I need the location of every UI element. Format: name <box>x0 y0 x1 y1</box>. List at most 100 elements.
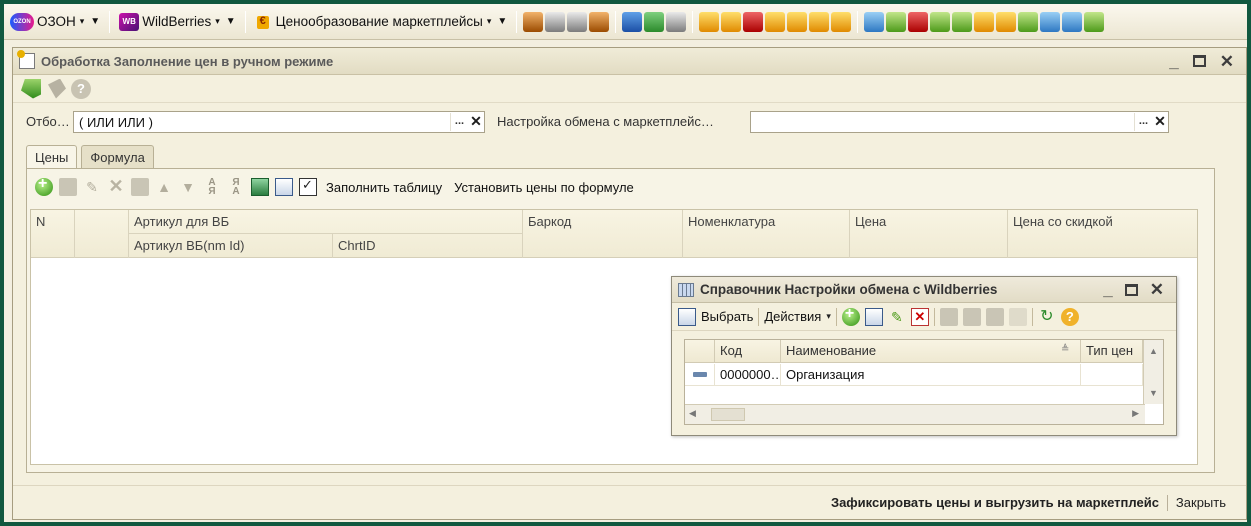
select-button[interactable]: ... <box>450 113 468 131</box>
printer-report-icon[interactable] <box>589 11 610 32</box>
document-send-icon[interactable] <box>864 11 885 32</box>
column-header-nomenclature[interactable]: Номенклатура <box>683 210 850 258</box>
currency-icon[interactable] <box>831 11 852 32</box>
sort-ascending-icon[interactable]: АЯ <box>203 178 221 197</box>
column-header-n[interactable]: N <box>31 210 75 258</box>
money-stack-icon[interactable] <box>974 11 995 32</box>
clear-field-icon[interactable]: ✕ <box>1152 113 1168 131</box>
book-icon[interactable] <box>523 11 544 32</box>
execute-icon[interactable] <box>21 78 41 99</box>
select-button[interactable]: Выбрать <box>701 309 753 324</box>
printer-icon[interactable] <box>545 11 566 32</box>
tab-prices[interactable]: Цены <box>26 145 78 169</box>
scroll-right-icon[interactable]: ▶ <box>1132 408 1139 419</box>
uncheck-all-icon[interactable] <box>275 178 293 196</box>
scroll-up-icon[interactable]: ▲ <box>1144 340 1163 362</box>
row-price-type <box>1081 364 1143 386</box>
close-window-button[interactable]: ✕ <box>1220 53 1234 70</box>
column-header-price-type[interactable]: Тип цен <box>1081 340 1143 363</box>
selection-value: ( ИЛИ ИЛИ ) <box>79 114 153 130</box>
close-window-button[interactable]: ✕ <box>1150 281 1164 298</box>
warehouse-icon[interactable] <box>996 11 1017 32</box>
document-refresh-icon[interactable] <box>1062 11 1083 32</box>
ozon-menu[interactable]: OZON ОЗОН ▾ ▼ <box>7 9 103 35</box>
maximize-button[interactable] <box>1124 283 1138 296</box>
check-all-icon[interactable] <box>251 178 269 196</box>
move-down-icon[interactable] <box>930 11 951 32</box>
vertical-scrollbar[interactable]: ▲ ▼ <box>1143 340 1163 404</box>
column-header-mark[interactable] <box>75 210 129 258</box>
maximize-button[interactable] <box>1192 55 1206 67</box>
bank-icon[interactable] <box>787 11 808 32</box>
copy-item-icon[interactable] <box>864 307 883 326</box>
scroll-track[interactable] <box>1144 362 1163 382</box>
wildberries-menu[interactable]: WB WildBerries ▾ ▼ <box>116 9 238 35</box>
transfer-icon[interactable] <box>886 11 907 32</box>
selection-field[interactable]: ( ИЛИ ИЛИ ) ... ✕ <box>73 111 485 133</box>
column-header-discount-price[interactable]: Цена со скидкой <box>1008 210 1199 258</box>
table-row[interactable]: 0000000… Организация <box>685 364 1143 386</box>
minimize-button[interactable]: _ <box>1169 53 1178 70</box>
scroll-down-icon[interactable]: ▼ <box>1144 382 1163 404</box>
move-down-icon[interactable]: ▼ <box>179 178 197 196</box>
clear-filter-icon[interactable] <box>1008 307 1027 326</box>
checkbox-list-icon[interactable] <box>299 177 317 196</box>
move-up-icon[interactable]: ▲ <box>155 178 173 196</box>
move-up-icon[interactable] <box>952 11 973 32</box>
document-edit-icon[interactable] <box>908 11 929 32</box>
help-icon[interactable]: ? <box>1060 307 1079 326</box>
edit-pencil-icon[interactable]: ✎ <box>888 308 906 326</box>
refresh-icon[interactable]: ↻ <box>1038 308 1056 326</box>
add-money-icon[interactable] <box>1084 11 1105 32</box>
minimize-button[interactable]: _ <box>1103 281 1112 298</box>
filter-history-icon[interactable] <box>985 307 1004 326</box>
column-header-code[interactable]: Код <box>715 340 781 363</box>
scroll-left-icon[interactable]: ◀ <box>689 408 696 419</box>
chart-tools-icon[interactable] <box>666 11 687 32</box>
clear-field-icon[interactable]: ✕ <box>468 113 484 131</box>
table-grid-icon[interactable] <box>644 11 665 32</box>
pricing-menu[interactable]: Ценообразование маркетплейсы ▾ ▼ <box>252 9 511 35</box>
actions-menu[interactable]: Действия <box>764 309 821 324</box>
set-prices-by-formula-button[interactable]: Установить цены по формуле <box>451 180 637 195</box>
column-header-barcode[interactable]: Баркод <box>523 210 683 258</box>
fill-table-button[interactable]: Заполнить таблицу <box>323 180 445 195</box>
document-copy-icon[interactable] <box>1040 11 1061 32</box>
catalog-titlebar: Справочник Настройки обмена с Wildberrie… <box>672 277 1176 303</box>
commit-and-upload-button[interactable]: Зафиксировать цены и выгрузить на маркет… <box>831 495 1159 510</box>
delete-item-icon[interactable]: ✕ <box>910 307 929 326</box>
save-icon[interactable] <box>131 178 149 196</box>
exchange-icon[interactable] <box>1018 11 1039 32</box>
add-row-icon[interactable] <box>35 175 53 196</box>
tab-formula[interactable]: Формула <box>81 145 154 168</box>
flag-icon[interactable] <box>809 11 830 32</box>
clear-icon[interactable] <box>48 78 66 99</box>
printer-list-icon[interactable] <box>567 11 588 32</box>
edit-pencil-icon[interactable]: ✎ <box>83 178 101 196</box>
column-header-mark[interactable] <box>685 340 715 363</box>
filter-by-value-icon[interactable] <box>962 307 981 326</box>
table-toolbar: ✎ ✕ ▲ ▼ АЯ ЯА Заполнить таблицу Установи… <box>27 169 1214 205</box>
column-header-article-wb[interactable]: Артикул ВБ(nm Id) <box>129 234 333 258</box>
binoculars-icon[interactable] <box>622 11 643 32</box>
user-group-icon[interactable] <box>699 11 720 32</box>
copy-row-icon[interactable] <box>59 178 77 196</box>
column-header-chrtid[interactable]: ChrtID <box>333 234 523 258</box>
catalog-table[interactable]: Код Наименование ≜ Тип цен 0000000… Орга… <box>684 339 1164 425</box>
user-settings-icon[interactable] <box>721 11 742 32</box>
scroll-thumb[interactable] <box>711 408 745 421</box>
sort-descending-icon[interactable]: ЯА <box>227 178 245 197</box>
horizontal-scrollbar[interactable]: ◀ ▶ <box>685 404 1145 424</box>
exchange-settings-field[interactable]: ... ✕ <box>750 111 1169 133</box>
column-header-name[interactable]: Наименование <box>781 340 1081 363</box>
delete-row-icon[interactable]: ✕ <box>107 177 125 196</box>
filter-settings-icon[interactable] <box>939 307 958 326</box>
select-button[interactable]: ... <box>1134 113 1152 131</box>
add-item-icon[interactable] <box>841 305 860 326</box>
close-button[interactable]: Закрыть <box>1176 495 1226 510</box>
coins-icon[interactable] <box>765 11 786 32</box>
user-remove-icon[interactable] <box>743 11 764 32</box>
help-icon[interactable]: ? <box>71 78 91 99</box>
column-header-article-group[interactable]: Артикул для ВБ <box>129 210 523 234</box>
column-header-price[interactable]: Цена <box>850 210 1008 258</box>
